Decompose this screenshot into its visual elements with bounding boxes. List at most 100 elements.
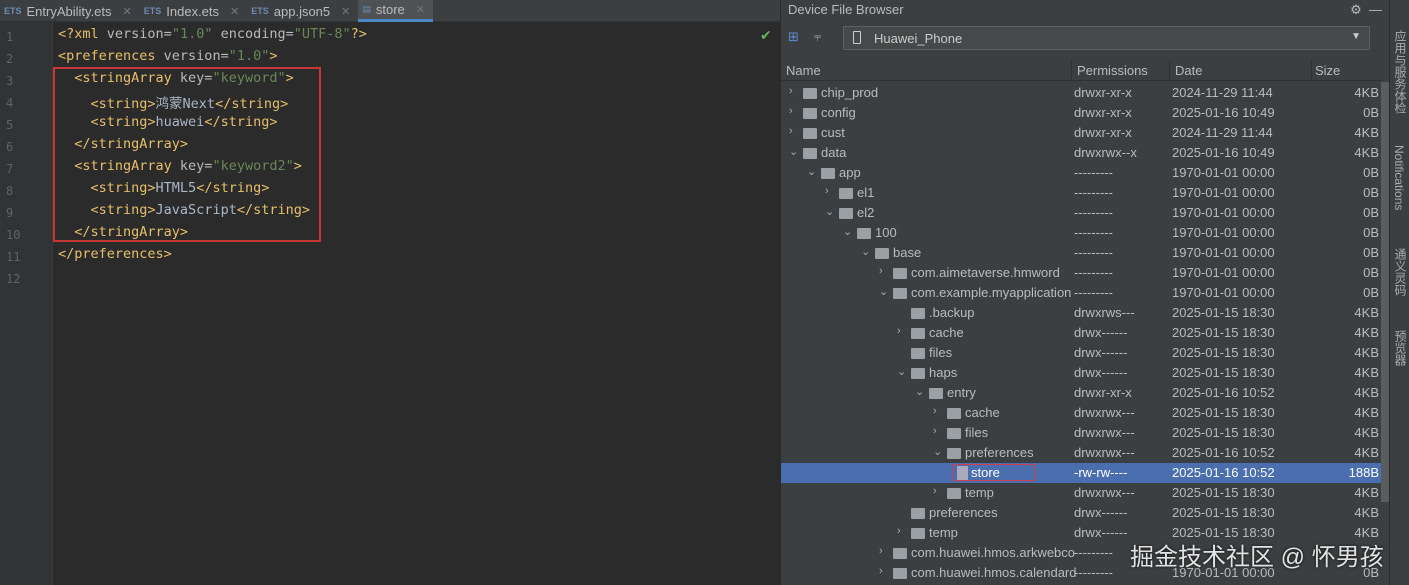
chevron-right-icon[interactable]: › [933,425,937,437]
file-row[interactable]: ⌄ data drwxrwx--x 2025-01-16 10:49 4KB [781,143,1381,163]
size: 0B [1363,265,1379,280]
chevron-down-icon: ▼ [1351,31,1361,42]
line-number: 8 [6,184,14,198]
rail-notifications[interactable]: Notifications [1392,145,1406,210]
folder-icon [893,568,907,579]
chevron-right-icon[interactable]: › [879,565,883,577]
code-editor[interactable]: ETS EntryAbility.ets ✕ ETS Index.ets ✕ ETS app.… [0,0,780,585]
close-icon[interactable]: ✕ [123,5,132,18]
tab-entryability-ets[interactable]: ETS EntryAbility.ets ✕ [0,0,140,22]
file-row[interactable]: ⌄ base --------- 1970-01-01 00:00 0B [781,243,1381,263]
grid-view-icon[interactable]: ⊞ [788,29,799,45]
file-row[interactable]: .backup drwxrws--- 2025-01-15 18:30 4KB [781,303,1381,323]
permissions: drwx------ [1074,525,1128,540]
chevron-right-icon[interactable]: › [933,405,937,417]
code-line: </preferences> [58,246,172,262]
file-name: cache [929,325,964,340]
file-name: data [821,145,847,160]
date: 2025-01-15 18:30 [1172,405,1275,420]
tab-store[interactable]: ▤ store ✕ [358,0,434,22]
file-row[interactable]: › el1 --------- 1970-01-01 00:00 0B [781,183,1381,203]
chevron-down-icon[interactable]: ⌄ [861,245,870,258]
permissions: --------- [1074,225,1113,240]
tree-view-icon[interactable]: ⫧ [814,29,821,45]
chevron-right-icon[interactable]: › [933,485,937,497]
file-row[interactable]: ⌄ com.example.myapplication --------- 1970-… [781,283,1381,303]
size: 4KB [1354,145,1379,160]
line-number: 2 [6,52,14,66]
chevron-down-icon[interactable]: ⌄ [789,145,798,158]
size: 0B [1363,165,1379,180]
file-row[interactable]: ⌄ app --------- 1970-01-01 00:00 0B [781,163,1381,183]
file-row[interactable]: ⌄ haps drwx------ 2025-01-15 18:30 4KB [781,363,1381,383]
column-permissions[interactable]: Permissions [1077,63,1148,78]
chevron-right-icon[interactable]: › [879,265,883,277]
permissions: drwxrws--- [1074,305,1135,320]
date: 2025-01-15 18:30 [1172,365,1275,380]
line-number: 12 [6,272,21,286]
file-row[interactable]: › files drwxrwx--- 2025-01-15 18:30 4KB [781,423,1381,443]
date: 2025-01-15 18:30 [1172,305,1275,320]
file-row[interactable]: ⌄ 100 --------- 1970-01-01 00:00 0B [781,223,1381,243]
size: 188B [1348,465,1379,480]
folder-icon [911,508,925,519]
size: 4KB [1354,125,1379,140]
chevron-right-icon[interactable]: › [879,545,883,557]
file-row[interactable]: › config drwxr-xr-x 2025-01-16 10:49 0B [781,103,1381,123]
file-row[interactable]: › cache drwx------ 2025-01-15 18:30 4KB [781,323,1381,343]
folder-icon [839,188,853,199]
permissions: --------- [1074,205,1113,220]
file-row[interactable]: › cache drwxrwx--- 2025-01-15 18:30 4KB [781,403,1381,423]
tab-index-ets[interactable]: ETS Index.ets ✕ [140,0,248,22]
file-row[interactable]: files drwx------ 2025-01-15 18:30 4KB [781,343,1381,363]
minimize-icon[interactable]: — [1369,2,1382,17]
size: 0B [1363,245,1379,260]
scrollbar[interactable] [1381,82,1389,502]
file-row[interactable]: › com.aimetaverse.hmword --------- 1970-01-… [781,263,1381,283]
column-size[interactable]: Size [1315,63,1340,78]
chevron-right-icon[interactable]: › [789,125,793,137]
column-name[interactable]: Name [786,63,821,78]
device-select[interactable]: Huawei_Phone ▼ [843,26,1370,50]
close-icon[interactable]: ✕ [341,5,350,18]
line-number: 6 [6,140,14,154]
chevron-right-icon[interactable]: › [789,85,793,97]
chevron-down-icon[interactable]: ⌄ [825,205,834,218]
line-number: 10 [6,228,21,242]
permissions: -rw-rw---- [1074,465,1128,480]
chevron-down-icon[interactable]: ⌄ [843,225,852,238]
file-name: temp [965,485,994,500]
panel-title: Device File Browser [788,2,904,17]
chevron-down-icon[interactable]: ⌄ [807,165,816,178]
date: 2024-11-29 11:44 [1172,85,1273,100]
file-row[interactable]: › temp drwxrwx--- 2025-01-15 18:30 4KB [781,483,1381,503]
close-icon[interactable]: ✕ [416,3,425,16]
file-row[interactable]: ⌄ entry drwxr-xr-x 2025-01-16 10:52 4KB [781,383,1381,403]
file-row[interactable]: store -rw-rw---- 2025-01-16 10:52 188B [781,463,1381,483]
permissions: drwxr-xr-x [1074,85,1132,100]
gear-icon[interactable]: ⚙ [1350,2,1362,17]
file-row[interactable]: ⌄ preferences drwxrwx--- 2025-01-16 10:52 4K… [781,443,1381,463]
chevron-down-icon[interactable]: ⌄ [915,385,924,398]
size: 4KB [1354,485,1379,500]
chevron-right-icon[interactable]: › [789,105,793,117]
folder-icon [893,268,907,279]
rail-previewer[interactable]: 预览器 [1392,330,1409,366]
file-row[interactable]: › cust drwxr-xr-x 2024-11-29 11:44 4KB [781,123,1381,143]
column-date[interactable]: Date [1175,63,1202,78]
file-row[interactable]: › chip_prod drwxr-xr-x 2024-11-29 11:44 4KB [781,83,1381,103]
chevron-down-icon[interactable]: ⌄ [933,445,942,458]
chevron-right-icon[interactable]: › [825,185,829,197]
close-icon[interactable]: ✕ [230,5,239,18]
chevron-down-icon[interactable]: ⌄ [897,365,906,378]
tab-label: store [375,2,405,17]
tab-label: app.json5 [273,3,331,19]
chevron-right-icon[interactable]: › [897,525,901,537]
file-row[interactable]: preferences drwx------ 2025-01-15 18:30 4KB [781,503,1381,523]
file-row[interactable]: ⌄ el2 --------- 1970-01-01 00:00 0B [781,203,1381,223]
chevron-right-icon[interactable]: › [897,325,901,337]
rail-app-check[interactable]: 应用与服务体检 [1392,30,1409,114]
chevron-down-icon[interactable]: ⌄ [879,285,888,298]
rail-tongyi[interactable]: 通义灵码 [1392,248,1409,296]
tab-app-json5[interactable]: ETS app.json5 ✕ [247,0,358,22]
